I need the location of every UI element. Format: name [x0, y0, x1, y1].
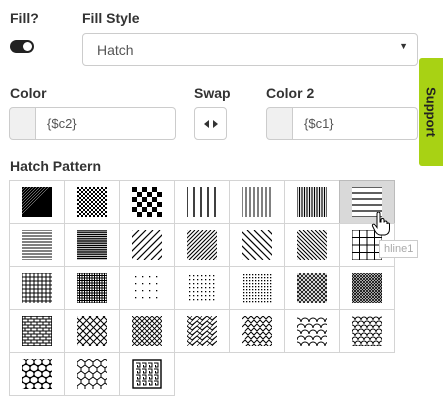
hatch-diag-left-wide-icon	[242, 230, 272, 260]
hatch-option-checker-fine[interactable]	[64, 180, 120, 224]
hatch-weave-icon	[242, 316, 272, 346]
hatch-option-grid-fine[interactable]	[64, 266, 120, 310]
hatch-hline-fine-icon	[22, 230, 52, 260]
hatch-scales-large-icon	[297, 316, 327, 346]
hatch-option-dots-medium[interactable]	[174, 266, 230, 310]
hatch-diag-right-medium-icon	[187, 230, 217, 260]
hand-cursor-icon	[371, 212, 390, 236]
hatch-vline-medium-icon	[242, 187, 272, 217]
hatch-option-maze[interactable]	[119, 352, 175, 396]
hatch-vline-wide-icon	[187, 187, 217, 217]
hatch-diag-left-medium-icon	[297, 230, 327, 260]
swap-label: Swap	[194, 85, 231, 101]
color-label: Color	[10, 85, 47, 101]
hatch-dots-sparse-icon	[132, 273, 162, 303]
hatch-diamond-small-icon	[132, 316, 162, 346]
hatch-diag-cross-dense-icon	[352, 273, 382, 303]
hatch-pattern-label: Hatch Pattern	[10, 158, 102, 174]
hatch-hline-dense-icon	[77, 230, 107, 260]
hatch-option-diag-left-medium[interactable]	[284, 223, 340, 267]
hatch-option-checker-large[interactable]	[119, 180, 175, 224]
hatch-grid-fine-icon	[77, 273, 107, 303]
hatch-row	[9, 309, 399, 353]
color-swatch[interactable]	[9, 107, 36, 140]
hatch-option-net[interactable]	[64, 352, 120, 396]
hatch-option-dots-dense[interactable]	[229, 266, 285, 310]
hatch-option-scales-small[interactable]	[339, 309, 395, 353]
support-tab[interactable]: Support	[419, 58, 443, 166]
hatch-option-solid-dense[interactable]	[9, 180, 65, 224]
support-tab-label: Support	[423, 87, 439, 137]
hatch-diag-right-wide-icon	[132, 230, 162, 260]
hatch-option-vline-medium[interactable]	[229, 180, 285, 224]
hatch-option-brick[interactable]	[9, 309, 65, 353]
swap-arrows-icon	[203, 119, 218, 128]
hatch-option-scales-large[interactable]	[284, 309, 340, 353]
chevron-down-icon: ▼	[399, 41, 408, 51]
hatch-option-diamond-lattice[interactable]	[64, 309, 120, 353]
hatch-tooltip: hline1	[379, 240, 419, 258]
hatch-net-icon	[77, 359, 107, 389]
hatch-option-diag-cross-fine[interactable]	[284, 266, 340, 310]
hatch-option-hline-fine[interactable]	[9, 223, 65, 267]
hatch-row	[9, 266, 399, 310]
hatch-option-diag-cross-dense[interactable]	[339, 266, 395, 310]
hatch-solid-dense-icon	[22, 187, 52, 217]
fill-style-label: Fill Style	[82, 10, 140, 26]
hatch-brick-icon	[22, 316, 52, 346]
hatch-dots-dense-icon	[242, 273, 272, 303]
toggle-knob	[23, 42, 32, 51]
hatch-option-vline-fine[interactable]	[284, 180, 340, 224]
hatch-option-diag-left-wide[interactable]	[229, 223, 285, 267]
hatch-row	[9, 180, 399, 224]
hatch-pattern-grid	[9, 180, 399, 396]
hatch-option-hline-dense[interactable]	[64, 223, 120, 267]
hatch-checker-fine-icon	[77, 187, 107, 217]
hatch-option-diamond-small[interactable]	[119, 309, 175, 353]
color2-label: Color 2	[266, 85, 315, 101]
hatch-option-vline-wide[interactable]	[174, 180, 230, 224]
color-input[interactable]: {$c2}	[36, 107, 176, 140]
hatch-option-weave[interactable]	[229, 309, 285, 353]
swap-button[interactable]	[194, 107, 227, 140]
fill-label: Fill?	[10, 10, 39, 26]
hatch-diag-cross-fine-icon	[297, 273, 327, 303]
fill-style-select[interactable]: Hatch ▼	[82, 33, 418, 66]
hatch-chainmail-icon	[22, 359, 52, 389]
hatch-option-diag-right-medium[interactable]	[174, 223, 230, 267]
color2-swatch[interactable]	[266, 107, 293, 140]
hatch-option-diag-right-wide[interactable]	[119, 223, 175, 267]
hatch-row	[9, 352, 399, 396]
hatch-vline-fine-icon	[297, 187, 327, 217]
hatch-scales-small-icon	[352, 316, 382, 346]
hatch-option-grid-medium[interactable]	[9, 266, 65, 310]
hatch-option-chainmail[interactable]	[9, 352, 65, 396]
hatch-option-zigzag-vertical[interactable]	[174, 309, 230, 353]
hatch-row	[9, 223, 399, 267]
hatch-option-dots-sparse[interactable]	[119, 266, 175, 310]
hatch-maze-icon	[132, 359, 162, 389]
hatch-checker-large-icon	[132, 187, 162, 217]
hatch-diamond-lattice-icon	[77, 316, 107, 346]
color2-input[interactable]: {$c1}	[293, 107, 418, 140]
hatch-dots-medium-icon	[187, 273, 217, 303]
hatch-grid-medium-icon	[22, 273, 52, 303]
fill-toggle[interactable]	[10, 40, 34, 53]
fill-style-value: Hatch	[97, 42, 134, 58]
hatch-zigzag-vertical-icon	[187, 316, 217, 346]
